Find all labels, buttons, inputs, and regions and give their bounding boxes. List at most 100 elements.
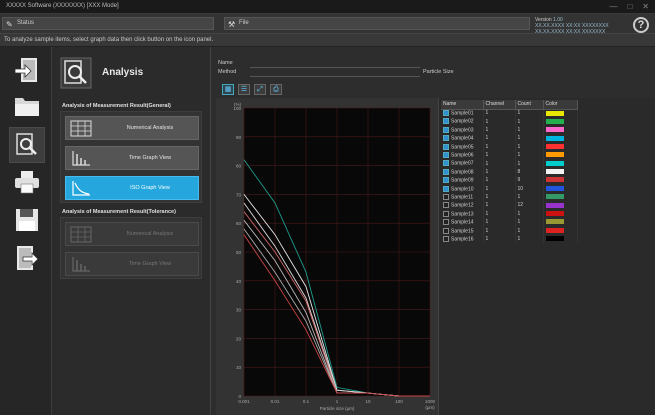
exit-button[interactable] (12, 243, 42, 273)
method-input[interactable] (250, 70, 420, 77)
table-row[interactable]: Sample15 1 1 (441, 226, 578, 235)
row-color (543, 176, 578, 185)
table-row[interactable]: Sample02 1 1 (441, 117, 578, 126)
table-row[interactable]: Sample09 1 9 (441, 176, 578, 185)
row-count: 1 (515, 192, 544, 202)
row-checkbox[interactable] (443, 160, 449, 167)
color-swatch[interactable] (545, 152, 564, 158)
row-checkbox[interactable] (443, 118, 449, 125)
table-row[interactable]: Sample12 1 12 (441, 201, 578, 210)
color-swatch[interactable] (545, 219, 564, 225)
row-checkbox[interactable] (443, 235, 449, 242)
row-name: Sample03 (441, 125, 484, 135)
iso-graph-view-button[interactable]: ISO Graph View (65, 176, 199, 200)
row-name: Sample16 (441, 234, 484, 244)
row-name-text: Sample11 (451, 194, 474, 201)
method-row: Method Particle Size (218, 69, 648, 78)
time-graph-view-label: Time Graph View (128, 155, 172, 161)
row-name: Sample07 (441, 159, 484, 168)
table-row[interactable]: Sample10 1 10 (441, 184, 578, 193)
color-swatch[interactable] (545, 135, 564, 141)
color-swatch[interactable] (545, 143, 564, 149)
tolerance-time-graph-view-button[interactable]: Time Graph View (65, 252, 199, 276)
row-count: 12 (515, 201, 544, 210)
maximize-button[interactable]: □ (627, 2, 632, 11)
version-info: Version 1.00 XX.XX.XXXX XX:XX XXXXXXXX X… (535, 17, 609, 35)
col-count[interactable]: Count (515, 100, 544, 110)
row-checkbox[interactable] (443, 168, 449, 175)
y-unit-label: (%) (234, 102, 241, 107)
help-icon[interactable]: ? (633, 17, 649, 33)
table-row[interactable]: Sample03 1 1 (441, 125, 578, 135)
tolerance-numerical-analysis-button[interactable]: Numerical Analysis (65, 222, 199, 246)
row-checkbox[interactable] (443, 126, 449, 133)
save-button[interactable] (12, 205, 42, 235)
row-checkbox[interactable] (443, 135, 449, 142)
row-checkbox[interactable] (443, 185, 449, 192)
minimize-button[interactable]: — (609, 2, 617, 11)
print-button[interactable] (12, 167, 42, 197)
row-checkbox[interactable] (443, 177, 449, 184)
numerical-analysis-button[interactable]: Numerical Analysis (65, 116, 199, 140)
col-color[interactable]: Color (543, 100, 578, 110)
row-color (543, 125, 578, 135)
table-row[interactable]: Sample13 1 1 (441, 209, 578, 219)
row-checkbox[interactable] (443, 143, 449, 150)
row-checkbox[interactable] (443, 227, 449, 234)
row-channel: 1 (483, 109, 516, 118)
row-checkbox[interactable] (443, 210, 449, 217)
col-channel[interactable]: Channel (483, 100, 516, 110)
chart-mode-icon[interactable]: ▦ (222, 84, 234, 95)
row-checkbox[interactable] (443, 193, 449, 200)
time-graph-view-button[interactable]: Time Graph View (65, 146, 199, 170)
row-channel: 1 (483, 176, 516, 185)
row-count: 9 (515, 176, 544, 185)
general-group: Numerical Analysis Time Graph View ISO G… (60, 111, 202, 203)
row-checkbox[interactable] (443, 151, 449, 158)
export-icon[interactable]: ⎙ (270, 84, 282, 95)
close-button[interactable]: ✕ (642, 2, 649, 11)
analysis-button[interactable] (9, 127, 45, 163)
table-row[interactable]: Sample04 1 1 (441, 134, 578, 143)
table-row[interactable]: Sample08 1 8 (441, 167, 578, 177)
table-row[interactable]: Sample07 1 1 (441, 159, 578, 168)
color-swatch[interactable] (545, 118, 564, 124)
color-swatch[interactable] (545, 202, 564, 208)
row-checkbox[interactable] (443, 202, 449, 209)
graph-toolbar: ▦ ☰ ⤢ ⎙ (222, 84, 282, 96)
col-name[interactable]: Name (441, 100, 484, 110)
color-swatch[interactable] (545, 227, 564, 233)
color-swatch[interactable] (545, 169, 564, 175)
color-swatch[interactable] (545, 177, 564, 183)
table-header-row: Name Channel Count Color (441, 100, 578, 110)
row-name-text: Sample10 (451, 185, 474, 192)
color-swatch[interactable] (545, 185, 564, 191)
row-name-text: Sample08 (451, 169, 474, 176)
color-swatch[interactable] (545, 127, 564, 133)
exit-icon (17, 246, 39, 270)
table-row[interactable]: Sample14 1 1 (441, 218, 578, 227)
color-swatch[interactable] (545, 110, 564, 116)
row-checkbox[interactable] (443, 110, 449, 117)
color-swatch[interactable] (545, 194, 564, 200)
table-row[interactable]: Sample05 1 1 (441, 142, 578, 151)
row-count: 1 (515, 134, 544, 143)
row-channel: 1 (483, 234, 516, 244)
zoom-icon[interactable]: ⤢ (254, 84, 266, 95)
table-row[interactable]: Sample11 1 1 (441, 192, 578, 202)
color-swatch[interactable] (545, 211, 564, 217)
row-checkbox[interactable] (443, 219, 449, 226)
row-channel: 1 (483, 159, 516, 168)
row-name: Sample08 (441, 167, 484, 177)
table-row[interactable]: Sample01 1 1 (441, 109, 578, 118)
import-button[interactable] (12, 55, 42, 85)
color-swatch[interactable] (545, 236, 564, 242)
file-field: ⚒ File (224, 17, 530, 30)
table-mode-icon[interactable]: ☰ (238, 84, 250, 95)
color-swatch[interactable] (545, 160, 564, 166)
row-channel: 1 (483, 134, 516, 143)
name-input[interactable] (250, 61, 420, 68)
open-button[interactable] (12, 91, 42, 121)
table-row[interactable]: Sample06 1 1 (441, 150, 578, 160)
table-row[interactable]: Sample16 1 1 (441, 234, 578, 244)
